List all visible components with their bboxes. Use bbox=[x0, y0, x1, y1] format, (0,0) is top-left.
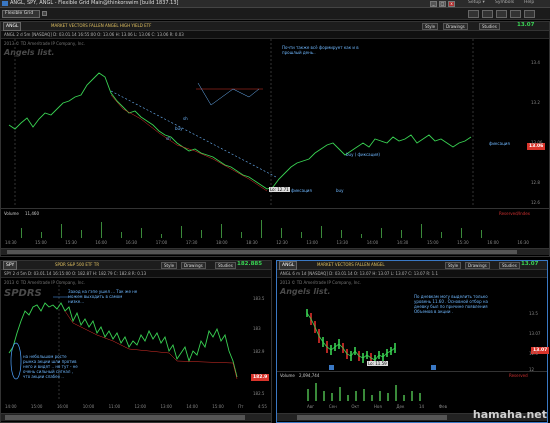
volume-index: Reserved bbox=[509, 373, 528, 378]
y-axis: 183.5 183 182.9 182.5 bbox=[253, 291, 271, 401]
expand-icon[interactable] bbox=[524, 10, 535, 18]
grid-selector[interactable]: Flexible Grid bbox=[2, 10, 40, 18]
symbol-field[interactable]: ANGL bbox=[3, 22, 22, 31]
y-tick: 12.5 bbox=[529, 351, 538, 356]
close-button[interactable]: x bbox=[448, 1, 455, 7]
annotation-note: По дневкам могу выделить только уровень … bbox=[414, 294, 488, 314]
annotation-buy2: buy bbox=[336, 188, 344, 193]
symbols-menu[interactable]: Symbols bbox=[495, 0, 514, 5]
horizontal-scrollbar[interactable] bbox=[1, 413, 271, 421]
left-chart-header: SPY SPDR S&P 500 ETF TR Style Drawings S… bbox=[1, 261, 271, 270]
top-price-chart bbox=[8, 39, 474, 205]
scroll-thumb[interactable] bbox=[7, 250, 517, 254]
volume-index: Reserved/Index bbox=[499, 211, 530, 216]
y-tick: 183 bbox=[253, 326, 261, 331]
x-axis: 14:00 15:00 16:00 10:00 11:00 12:00 13:0… bbox=[5, 404, 267, 409]
last-price: 13.07 bbox=[521, 261, 539, 267]
maximize-button[interactable]: □ bbox=[439, 1, 446, 7]
ohlc-quote: ANGL 2 d 5m [NASDAQ] D: 03.01.14 16:55:0… bbox=[4, 32, 184, 37]
event-marker-icon[interactable] bbox=[431, 365, 436, 370]
scroll-thumb[interactable] bbox=[297, 415, 447, 420]
volume-value: 11,460 bbox=[25, 211, 39, 216]
grid-menu-icon[interactable] bbox=[42, 11, 47, 16]
link-icon[interactable] bbox=[510, 10, 521, 18]
symbol-field[interactable]: ANGL bbox=[279, 261, 298, 270]
grid-toolbar: Flexible Grid bbox=[0, 8, 550, 20]
drawings-button[interactable]: Drawings bbox=[443, 23, 468, 30]
left-chart-panel: SPY SPDR S&P 500 ETF TR Style Drawings S… bbox=[0, 260, 272, 423]
volume-label: Volume bbox=[4, 211, 19, 216]
last-price: 13.07 bbox=[517, 22, 535, 28]
annotation-note: Почти также всё формирует как и в прошлы… bbox=[282, 45, 359, 55]
y-tick: 183.5 bbox=[253, 296, 265, 301]
volume-value: 2,094,744 bbox=[299, 373, 320, 378]
quote-line: ANGL 6 m 1d [NASDAQ] D: 03.01.14 O: 13.0… bbox=[277, 270, 547, 278]
y-tick: 182.9 bbox=[253, 349, 265, 354]
annotation-note: Заход на гэпе ушел ... Так же не можем в… bbox=[68, 289, 138, 304]
gear-icon[interactable] bbox=[496, 10, 507, 18]
price-line bbox=[8, 72, 472, 190]
studies-button[interactable]: Studies bbox=[479, 23, 500, 30]
ohlc-quote: ANGL 6 m 1d [NASDAQ] D: 03.01.14 O: 13.0… bbox=[280, 271, 439, 276]
y-tick: 13.5 bbox=[529, 311, 538, 316]
annotation-note2: на небольшом росте рынка акции шли проти… bbox=[23, 354, 78, 379]
low-label: Lo: 11.59 bbox=[367, 361, 388, 366]
ohlc-quote: SPY 2 d 5m D: 03.01.14 16:15:00 O: 182.8… bbox=[4, 271, 147, 276]
style-button[interactable]: Style bbox=[422, 23, 439, 30]
y-tick: 12.8 bbox=[531, 180, 540, 185]
app-icon bbox=[2, 1, 8, 6]
annotation-fixation: фиксация bbox=[291, 188, 312, 193]
setup-menu[interactable]: Setup ▾ bbox=[468, 0, 485, 5]
annotation-sh: sh bbox=[183, 116, 188, 121]
quote-line: ANGL 2 d 5m [NASDAQ] D: 03.01.14 16:55:0… bbox=[1, 31, 549, 39]
top-volume-bars bbox=[21, 220, 482, 238]
event-marker-icon[interactable] bbox=[329, 365, 334, 370]
low-label: Lo: 12.71 bbox=[269, 187, 290, 192]
y-tick: 182.5 bbox=[253, 391, 265, 396]
annotation-buy: buy bbox=[175, 126, 183, 131]
annotation-sh2: sh bbox=[166, 136, 171, 141]
y-tick: 13.07 bbox=[529, 331, 541, 336]
window-titlebar: ANGL, SPY, ANGL - Flexible Grid Main@thi… bbox=[0, 0, 550, 8]
company-name: SPDR S&P 500 ETF TR bbox=[55, 262, 100, 267]
y-tick: 13.4 bbox=[531, 60, 540, 65]
window-title: ANGL, SPY, ANGL - Flexible Grid Main@thi… bbox=[10, 0, 179, 6]
quote-line: SPY 2 d 5m D: 03.01.14 16:15:00 O: 182.8… bbox=[1, 270, 271, 278]
studies-button[interactable]: Studies bbox=[499, 262, 520, 269]
volume-label: Volume bbox=[280, 373, 295, 378]
company-name: MARKET VECTORS FALLEN ANGEL HIGH YIELD E… bbox=[51, 23, 152, 28]
studies-button[interactable]: Studies bbox=[215, 262, 236, 269]
site-watermark: hamaha.net bbox=[472, 408, 547, 421]
annotation-fixation2: фиксация bbox=[489, 141, 510, 146]
y-tick: 13.2 bbox=[531, 100, 540, 105]
right-chart-panel: ANGL MARKET VECTORS FALLEN ANGEL Style D… bbox=[276, 260, 550, 423]
x-axis: 14:30 15:00 15:30 16:00 16:30 17:00 17:3… bbox=[5, 240, 529, 245]
top-chart-header: ANGL MARKET VECTORS FALLEN ANGEL HIGH YI… bbox=[1, 22, 549, 31]
share-icon[interactable] bbox=[482, 10, 493, 18]
y-tick: 12.6 bbox=[531, 200, 540, 205]
scroll-thumb[interactable] bbox=[5, 415, 245, 420]
top-chart-panel: ANGL MARKET VECTORS FALLEN ANGEL HIGH YI… bbox=[0, 21, 550, 257]
right-volume-bars bbox=[307, 383, 421, 401]
drawings-button[interactable]: Drawings bbox=[181, 262, 206, 269]
minimize-button[interactable]: _ bbox=[430, 1, 437, 7]
company-name: MARKET VECTORS FALLEN ANGEL bbox=[317, 262, 385, 267]
style-button[interactable]: Style bbox=[445, 262, 462, 269]
right-chart-header: ANGL MARKET VECTORS FALLEN ANGEL Style D… bbox=[277, 261, 547, 270]
last-price: 182.885 bbox=[237, 261, 263, 267]
symbol-field[interactable]: SPY bbox=[3, 261, 18, 270]
style-button[interactable]: Style bbox=[161, 262, 178, 269]
y-axis: 13.4 13.2 13.06 12.8 12.6 bbox=[529, 42, 549, 208]
layout-icon[interactable] bbox=[468, 10, 479, 18]
y-axis: 13.5 13.07 12.5 12 bbox=[529, 283, 547, 377]
annotation-buy-fixation: buy ( фиксация) bbox=[346, 152, 380, 157]
drawings-button[interactable]: Drawings bbox=[465, 262, 490, 269]
y-tick: 13.06 bbox=[531, 140, 543, 145]
horizontal-scrollbar[interactable] bbox=[1, 248, 549, 255]
x-axis: Авг Сен Окт Ноя Дек 14 Фев bbox=[307, 404, 447, 409]
help-menu[interactable]: Help bbox=[524, 0, 534, 5]
